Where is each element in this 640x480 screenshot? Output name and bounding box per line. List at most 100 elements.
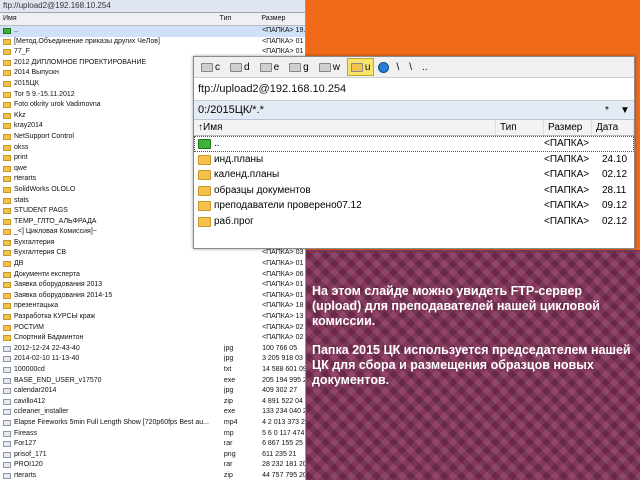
file-size: <ПАПКА> bbox=[544, 200, 590, 211]
file-date: 02.12 bbox=[602, 169, 628, 180]
file-type bbox=[224, 312, 262, 323]
file-row[interactable]: Elapse Fireworks 5min Full Length Show [… bbox=[0, 418, 305, 429]
folder-row[interactable]: презентацька <ПАПКА> 18 bbox=[0, 301, 305, 312]
column-type-header[interactable]: Тип bbox=[496, 120, 544, 135]
column-size-header[interactable]: Размер bbox=[544, 120, 592, 135]
column-size-header[interactable]: Размер bbox=[258, 13, 305, 25]
file-type bbox=[496, 152, 544, 168]
path-bar: 0:/2015ЦК/*.* * ▼ bbox=[194, 101, 634, 120]
file-row[interactable]: 100000cd txt 14 588 601 09 bbox=[0, 365, 305, 376]
file-date: 24.10 bbox=[602, 153, 628, 165]
file-date: 09.12 bbox=[602, 200, 628, 211]
network-icon[interactable] bbox=[378, 61, 390, 73]
folder-row[interactable]: Бухгалтерия СВ <ПАПКА> 03 bbox=[0, 248, 305, 259]
folder-row[interactable]: раб.прог <ПАПКА> 02.12 bbox=[194, 214, 634, 230]
drive-button-w[interactable]: w bbox=[316, 59, 343, 75]
folder-row[interactable]: календ.планы <ПАПКА> 02.12 bbox=[194, 167, 634, 183]
file-name: .. bbox=[194, 136, 496, 152]
drive-button-d[interactable]: d bbox=[227, 59, 253, 75]
drive-letter: u bbox=[364, 61, 371, 73]
file-row[interactable]: prisof_171 png 611 235 21 bbox=[0, 450, 305, 461]
file-row[interactable]: 2014-02-10 11-13-40 jpg 3 205 918 03 bbox=[0, 354, 305, 365]
file-type: rar bbox=[223, 461, 233, 469]
file-type bbox=[496, 167, 544, 183]
file-name: BASE_END_USER_v17570 bbox=[0, 376, 224, 387]
drive-letter: g bbox=[303, 61, 309, 73]
file-name: calendar2014 bbox=[0, 386, 224, 397]
file-row[interactable]: cavillo412 zip 4 891 522 04 bbox=[0, 397, 305, 408]
file-type: mp4 bbox=[223, 418, 238, 426]
front-panel-header: ↑Имя Тип Размер Дата bbox=[194, 120, 634, 136]
parent-dir-row[interactable]: .. <ПАПКА> bbox=[194, 136, 634, 152]
file-name: _<] Цикловая Комиссия]~ bbox=[0, 227, 224, 238]
file-name: cavillo412 bbox=[0, 397, 224, 408]
file-size: 3 205 918 03 bbox=[262, 355, 303, 363]
drive-button-u[interactable]: u bbox=[346, 58, 375, 76]
file-row[interactable]: PROI120 rar 28 232 181 20 bbox=[0, 460, 305, 471]
file-row[interactable]: BASE_END_USER_v17570exe 205 194 995 26 bbox=[0, 376, 305, 387]
file-name: prisof_171 bbox=[0, 450, 224, 461]
file-row[interactable]: 2012-12-24 22-43-40 jpg 100 766 05 bbox=[0, 344, 305, 355]
folder-row[interactable]: Заявка оборудования 2013 <ПАПКА> 01 bbox=[0, 280, 305, 291]
file-size: <ПАПКА> 01 bbox=[262, 37, 304, 45]
file-row[interactable]: calendar2014 jpg 409 302 27 bbox=[0, 386, 305, 397]
file-name: okss bbox=[0, 143, 224, 154]
folder-row[interactable]: инд.планы <ПАПКА> 24.10 bbox=[194, 152, 634, 168]
folder-row[interactable]: ДВ <ПАПКА> 01 bbox=[0, 259, 305, 270]
folder-row[interactable]: Спортний Бадминтон <ПАПКА> 02 bbox=[0, 333, 305, 344]
file-name: ДВ bbox=[0, 259, 224, 270]
file-date: 02.12 bbox=[602, 215, 628, 227]
current-path[interactable]: 0:/2015ЦК/*.* bbox=[194, 104, 598, 116]
column-type-header[interactable]: Тип bbox=[217, 13, 259, 25]
drive-button-g[interactable]: g bbox=[286, 59, 312, 75]
folder-row[interactable]: Разработка КУРСЫ краж <ПАПКА> 13 bbox=[0, 312, 305, 323]
file-type: png bbox=[223, 450, 236, 458]
back-panel-header: Имя Тип Размер bbox=[0, 13, 305, 26]
file-type: zip bbox=[223, 397, 233, 405]
caption-paragraph-1: На этом слайде можно увидеть FTP-сервер … bbox=[312, 284, 600, 328]
parent-dir-button[interactable]: .. bbox=[419, 59, 431, 75]
file-row[interactable]: rterarts zip 44 757 795 20 bbox=[0, 471, 305, 480]
file-name: РОСТИМ bbox=[0, 323, 224, 334]
folder-row[interactable]: Заявка оборудования 2014-15 <ПАПКА> 01 bbox=[0, 291, 305, 302]
file-size: <ПАПКА> 01 bbox=[262, 281, 304, 289]
file-name: Kkz bbox=[0, 111, 224, 122]
file-name: For127 bbox=[0, 439, 224, 450]
column-name-header[interactable]: Имя bbox=[0, 13, 217, 25]
drive-button-c[interactable]: c bbox=[198, 59, 223, 75]
file-type: txt bbox=[223, 366, 232, 373]
folder-row[interactable]: РОСТИМ <ПАПКА> 02 bbox=[0, 323, 305, 334]
drive-icon bbox=[230, 62, 242, 72]
root-dir-button[interactable]: \ bbox=[393, 59, 402, 75]
drive-button-e[interactable]: e bbox=[257, 59, 283, 75]
file-size: <ПАПКА> bbox=[544, 153, 590, 165]
file-size: 100 766 05 bbox=[262, 344, 298, 352]
file-name: Бухгалтерия СВ bbox=[0, 248, 224, 259]
file-name: 2014-02-10 11-13-40 bbox=[0, 354, 224, 365]
file-row[interactable]: ccleaner_installerexe 133 234 040 29 bbox=[0, 407, 305, 418]
file-name: [Метод.Объединение приказы других ЧеЛов] bbox=[0, 37, 224, 48]
folder-row[interactable]: преподаватели проверено07.12 <ПАПКА> 09.12 bbox=[194, 198, 634, 214]
file-size: <ПАПКА> 03 bbox=[262, 249, 304, 257]
parent-dir-row[interactable]: .. <ПАПКА> 19.5 bbox=[0, 26, 305, 37]
file-size: 14 588 601 09 bbox=[262, 366, 305, 373]
folder-row[interactable]: образцы документов <ПАПКА> 28.11 bbox=[194, 183, 634, 199]
file-row[interactable]: Fireassmp 5 6 0 117 474 25 bbox=[0, 429, 305, 440]
history-dropdown-button[interactable]: ▼ bbox=[616, 105, 634, 116]
file-name: kray2014 bbox=[0, 121, 224, 132]
file-name: Заявка оборудования 2014-15 bbox=[0, 291, 224, 302]
root-dir-button[interactable]: \ bbox=[406, 59, 415, 75]
drive-icon bbox=[289, 62, 302, 72]
file-name: презентацька bbox=[0, 301, 224, 312]
file-size: <ПАПКА> 19.5 bbox=[262, 27, 305, 34]
ftp-address[interactable]: ftp://upload2@192.168.10.254 bbox=[194, 78, 634, 101]
back-panel-path[interactable]: ftp://upload2@192.168.10.254 bbox=[0, 0, 305, 13]
column-date-header[interactable]: Дата bbox=[592, 120, 634, 135]
file-row[interactable]: For127 rar 6 867 155 25 bbox=[0, 439, 305, 450]
file-name: stats bbox=[0, 196, 224, 207]
file-type: jpg bbox=[223, 355, 234, 363]
filter-button[interactable]: * bbox=[598, 105, 616, 116]
folder-row[interactable]: Документи експерта <ПАПКА> 06 bbox=[0, 270, 305, 281]
folder-row[interactable]: [Метод.Объединение приказы других ЧеЛов]… bbox=[0, 37, 305, 48]
column-name-header[interactable]: ↑Имя bbox=[194, 120, 496, 135]
